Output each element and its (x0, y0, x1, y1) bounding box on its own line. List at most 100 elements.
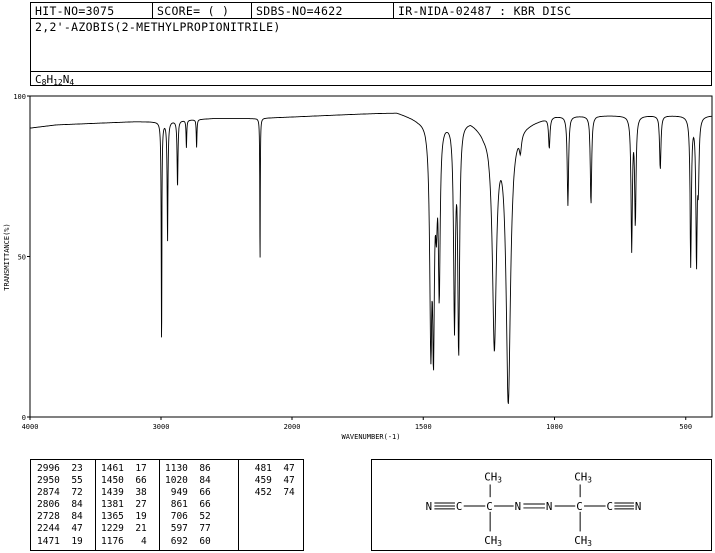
peak-wavenumber: 692 (165, 535, 188, 547)
molecular-structure: N C C N N C C N CH3 CH3 CH3 CH3 (371, 459, 712, 551)
x-tick-label: 4000 (22, 423, 39, 431)
peak-wavenumber: 2950 (37, 475, 60, 487)
peak-column-4: 481 47 459 47 452 74 (249, 463, 295, 499)
methyl-bottom-right: CH3 (574, 534, 592, 548)
peak-wavenumber: 459 (249, 475, 272, 487)
peak-transmittance: 66 (187, 487, 211, 499)
x-axis-label: WAVENUMBER(-1) (341, 433, 400, 441)
peak-row: 2244 47 (37, 523, 83, 535)
peak-transmittance: 38 (123, 487, 147, 499)
peak-transmittance: 66 (123, 475, 147, 487)
peak-wavenumber: 2244 (37, 523, 60, 535)
peak-row: 1365 19 (101, 511, 147, 523)
peak-wavenumber: 1450 (101, 475, 124, 487)
plot-frame (29, 95, 713, 418)
peak-row: 2728 84 (37, 511, 83, 523)
peak-row: 1461 17 (101, 463, 147, 475)
peak-row: 949 66 (165, 487, 211, 499)
peak-row: 692 60 (165, 536, 211, 548)
peak-row: 1450 66 (101, 475, 147, 487)
y-axis: 0 50 100 (13, 93, 30, 422)
azo-n-left: N (515, 500, 521, 513)
peak-transmittance: 47 (271, 463, 295, 474)
nitrile-c-left: C (456, 500, 462, 513)
peak-wavenumber: 1130 (165, 463, 188, 474)
nitrile-c-right: C (607, 500, 613, 513)
peak-transmittance: 66 (187, 499, 211, 511)
quaternary-c-right: C (576, 500, 582, 513)
peak-transmittance: 55 (59, 475, 83, 487)
peak-column-1: 2996 23 2950 55 2874 72 2806 84 2728 84 2244 … (37, 463, 83, 548)
peak-row: 1176 4 (101, 536, 147, 548)
peak-transmittance: 84 (187, 475, 211, 487)
peak-transmittance: 72 (59, 487, 83, 499)
peak-row: 861 66 (165, 499, 211, 511)
peak-wavenumber: 706 (165, 511, 188, 523)
peak-transmittance: 19 (59, 535, 83, 547)
y-tick-label: 50 (18, 254, 26, 262)
peak-row: 1439 38 (101, 487, 147, 499)
peak-wavenumber: 1381 (101, 499, 124, 511)
peak-row: 481 47 (249, 463, 295, 475)
peak-row: 706 52 (165, 511, 211, 523)
peak-wavenumber: 1439 (101, 487, 124, 499)
peak-transmittance: 27 (123, 499, 147, 511)
peak-wavenumber: 452 (249, 487, 272, 499)
ir-spectrum-chart: 0 50 100 4000 3000 2000 1500 1000 500 WAVENUMBE… (3, 93, 713, 441)
peak-row: 2950 55 (37, 475, 83, 487)
peak-transmittance: 47 (271, 475, 295, 487)
peak-row: 597 77 (165, 523, 211, 535)
peak-table: 2996 23 2950 55 2874 72 2806 84 2728 84 2244 … (30, 459, 304, 551)
peak-wavenumber: 2728 (37, 511, 60, 523)
nitrile-n-left: N (426, 500, 432, 513)
peak-transmittance: 77 (187, 523, 211, 535)
x-axis: 4000 3000 2000 1500 1000 500 (22, 417, 692, 431)
peak-transmittance: 4 (123, 535, 147, 547)
x-tick-label: 1000 (546, 423, 563, 431)
peak-transmittance: 21 (123, 523, 147, 535)
peak-transmittance: 74 (271, 487, 295, 499)
peak-row: 1471 19 (37, 536, 83, 548)
peak-wavenumber: 1020 (165, 475, 188, 487)
table-divider (95, 460, 96, 550)
methyl-top-left: CH3 (484, 471, 502, 485)
peak-wavenumber: 1471 (37, 535, 60, 547)
peak-transmittance: 23 (59, 463, 83, 474)
azo-n-right: N (546, 500, 552, 513)
methyl-bottom-left: CH3 (484, 534, 502, 548)
peak-wavenumber: 949 (165, 487, 188, 499)
peak-transmittance: 84 (59, 499, 83, 511)
x-tick-label: 500 (679, 423, 692, 431)
peak-row: 1020 84 (165, 475, 211, 487)
peak-transmittance: 19 (123, 511, 147, 523)
peak-row: 452 74 (249, 487, 295, 499)
peak-wavenumber: 481 (249, 463, 272, 474)
peak-column-3: 1130 86 1020 84 949 66 861 66 706 52 597 … (165, 463, 211, 548)
peak-wavenumber: 861 (165, 499, 188, 511)
peak-row: 1130 86 (165, 463, 211, 475)
peak-row: 2874 72 (37, 487, 83, 499)
peak-column-2: 1461 17 1450 66 1439 38 1381 27 1365 19 1229 … (101, 463, 147, 548)
peak-row: 1381 27 (101, 499, 147, 511)
nitrile-n-right: N (635, 500, 641, 513)
methyl-top-right: CH3 (574, 471, 592, 485)
peak-transmittance: 17 (123, 463, 147, 474)
x-tick-label: 1500 (415, 423, 432, 431)
peak-wavenumber: 597 (165, 523, 188, 535)
y-tick-label: 0 (22, 414, 26, 422)
peak-wavenumber: 1365 (101, 511, 124, 523)
x-tick-label: 2000 (284, 423, 301, 431)
peak-wavenumber: 2874 (37, 487, 60, 499)
peak-transmittance: 52 (187, 511, 211, 523)
peak-wavenumber: 1461 (101, 463, 124, 474)
table-divider (238, 460, 239, 550)
y-axis-label: TRANSMITTANCE(%) (3, 223, 11, 290)
peak-transmittance: 60 (187, 535, 211, 547)
y-tick-label: 100 (13, 93, 26, 101)
peak-wavenumber: 1176 (101, 535, 124, 547)
table-divider (159, 460, 160, 550)
spectrum-line (30, 112, 713, 404)
x-tick-label: 3000 (153, 423, 170, 431)
peak-row: 2996 23 (37, 463, 83, 475)
peak-wavenumber: 2806 (37, 499, 60, 511)
